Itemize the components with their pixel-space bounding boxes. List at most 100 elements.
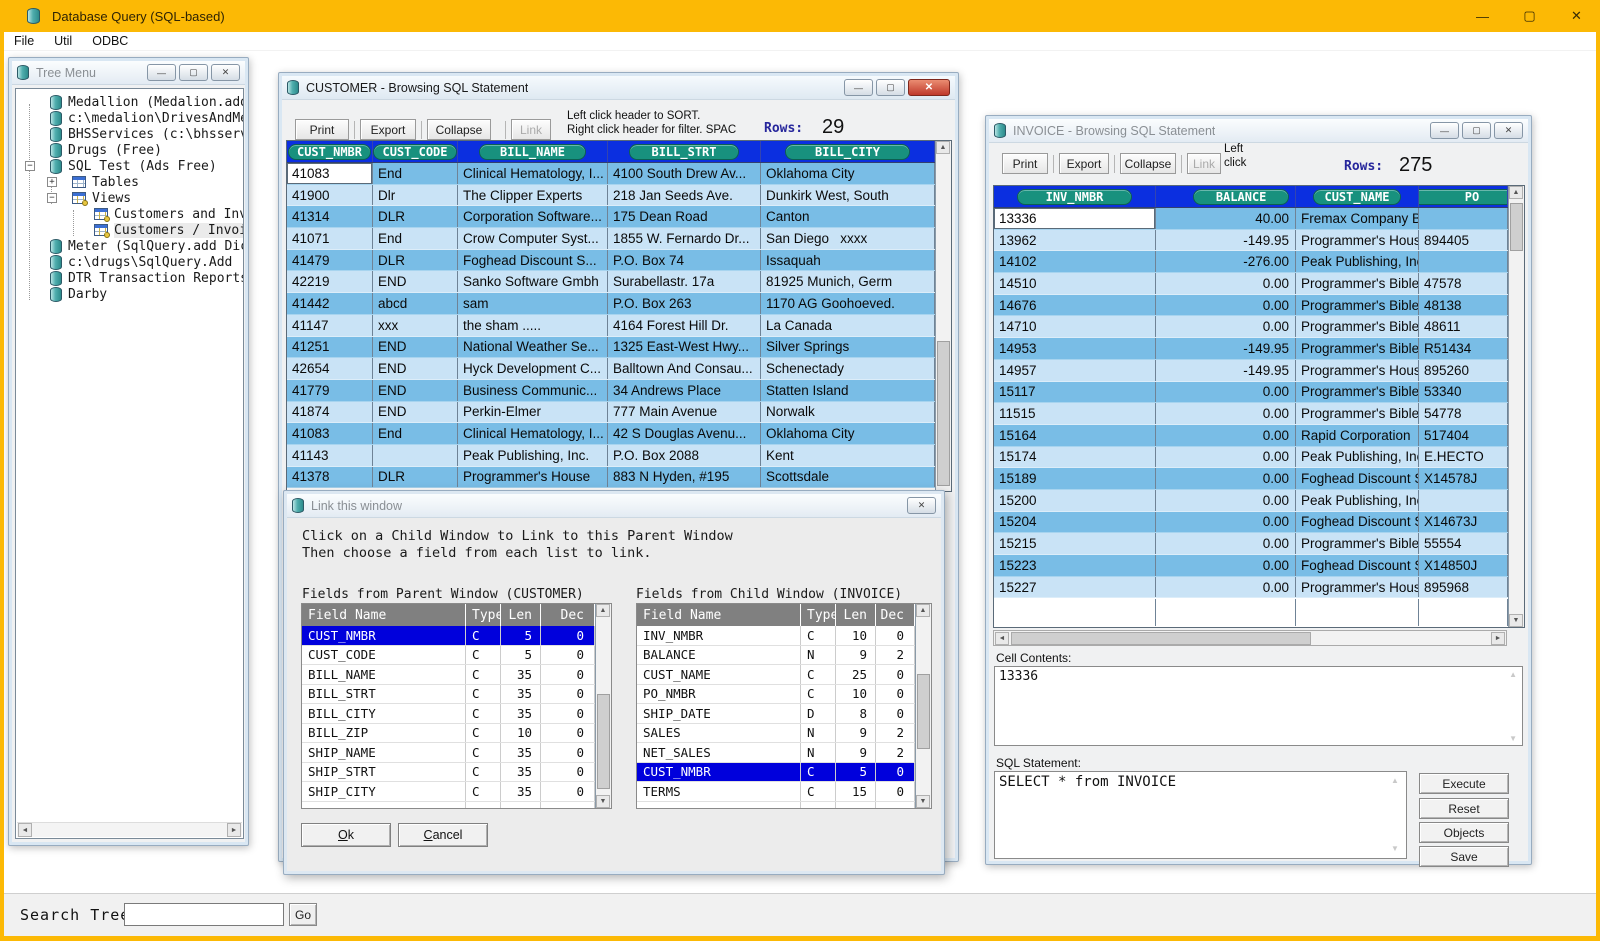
table-cell[interactable]: TERMS bbox=[637, 782, 801, 801]
table-cell[interactable]: 10 bbox=[836, 685, 876, 704]
table-cell[interactable]: C bbox=[801, 685, 836, 704]
window-titlebar[interactable]: INVOICE - Browsing SQL Statement — ▢ ✕ bbox=[989, 119, 1528, 143]
table-cell[interactable]: 0.00 bbox=[1156, 555, 1296, 576]
table-cell[interactable]: 0 bbox=[541, 763, 595, 782]
table-cell[interactable]: P.O. Box 2088 bbox=[608, 445, 761, 466]
table-row[interactable]: SALESN92 bbox=[637, 724, 915, 744]
table-cell[interactable]: 894405 bbox=[1419, 230, 1508, 251]
table-row[interactable]: INV_NMBRC100 bbox=[637, 626, 915, 646]
cancel-button[interactable]: Cancel bbox=[398, 823, 488, 847]
table-row[interactable]: 14957-149.95Programmer's House895260 bbox=[994, 360, 1508, 382]
table-cell[interactable]: C bbox=[466, 704, 501, 723]
table-row[interactable]: 152150.00Programmer's Bible55554 bbox=[994, 533, 1508, 555]
table-cell[interactable]: Sanko Software Gmbh bbox=[458, 271, 608, 292]
table-cell[interactable]: 5 bbox=[501, 646, 541, 665]
table-cell[interactable]: SHIP_DATE bbox=[637, 704, 801, 723]
table-cell[interactable]: 777 Main Avenue bbox=[608, 402, 761, 423]
table-cell[interactable]: 0 bbox=[876, 626, 915, 645]
table-cell[interactable]: Programmer's House bbox=[458, 467, 608, 488]
table-row[interactable]: PO_NMBRC100 bbox=[637, 685, 915, 705]
horizontal-scrollbar[interactable]: ◄ ► bbox=[993, 630, 1507, 646]
table-cell[interactable]: X14578J bbox=[1419, 468, 1508, 489]
table-cell[interactable]: End bbox=[373, 423, 458, 444]
table-cell[interactable]: 0 bbox=[876, 782, 915, 801]
table-cell[interactable]: 0.00 bbox=[1156, 316, 1296, 337]
go-button[interactable]: Go bbox=[289, 903, 317, 926]
table-cell[interactable]: Norwalk bbox=[761, 402, 935, 423]
table-cell[interactable]: 55554 bbox=[1419, 533, 1508, 554]
table-cell[interactable]: 41779 bbox=[287, 380, 373, 401]
table-cell[interactable]: 0 bbox=[541, 724, 595, 743]
table-row[interactable]: 146760.00Programmer's Bible48138 bbox=[994, 295, 1508, 317]
table-row[interactable]: SHIP_CITYC350 bbox=[302, 782, 595, 802]
table-cell[interactable]: 15189 bbox=[994, 468, 1156, 489]
horizontal-scrollbar[interactable]: ◄ ► bbox=[17, 822, 242, 837]
objects-button[interactable]: Objects bbox=[1419, 822, 1509, 843]
table-cell[interactable]: 53340 bbox=[1419, 382, 1508, 403]
table-cell[interactable]: X14850J bbox=[1419, 555, 1508, 576]
tree-item[interactable]: DTR Transaction Reports bbox=[16, 270, 243, 286]
table-cell[interactable]: Foghead Discount S... bbox=[1296, 468, 1419, 489]
table-cell[interactable]: 0 bbox=[876, 704, 915, 723]
table-cell[interactable]: -149.95 bbox=[1156, 230, 1296, 251]
table-row[interactable]: 41083EndClinical Hematology, I...42 S Do… bbox=[287, 423, 935, 445]
scroll-up-icon[interactable]: ▲ bbox=[1509, 186, 1523, 199]
table-cell[interactable]: Silver Springs bbox=[761, 337, 935, 358]
table-cell[interactable]: NET_SALES bbox=[637, 743, 801, 762]
table-row[interactable]: BALANCEN92 bbox=[637, 646, 915, 666]
table-row[interactable]: BILL_NAMEC350 bbox=[302, 665, 595, 685]
close-button[interactable]: ✕ bbox=[907, 497, 936, 514]
table-cell[interactable]: 41874 bbox=[287, 402, 373, 423]
table-cell[interactable]: 14710 bbox=[994, 316, 1156, 337]
table-cell[interactable]: Issaquah bbox=[761, 250, 935, 271]
table-cell[interactable]: Schenectady bbox=[761, 358, 935, 379]
table-row[interactable]: 1333640.00Fremax Company BV bbox=[994, 208, 1508, 230]
scrollbar-thumb[interactable] bbox=[1510, 203, 1523, 251]
table-cell[interactable]: 41143 bbox=[287, 445, 373, 466]
table-cell[interactable]: 1855 W. Fernardo Dr... bbox=[608, 228, 761, 249]
table-cell[interactable]: 4100 South Drew Av... bbox=[608, 163, 761, 184]
table-row[interactable]: 151890.00Foghead Discount S...X14578J bbox=[994, 468, 1508, 490]
table-cell[interactable]: sam bbox=[458, 293, 608, 314]
table-row[interactable]: 42654ENDHyck Development C...Balltown An… bbox=[287, 358, 935, 380]
vertical-scrollbar[interactable]: ▲ ▼ bbox=[915, 604, 931, 808]
maximize-button[interactable]: ▢ bbox=[179, 64, 208, 81]
table-cell[interactable]: 15215 bbox=[994, 533, 1156, 554]
tree-item[interactable]: Medallion (Medalion.add bbox=[16, 94, 243, 110]
table-cell[interactable]: 41071 bbox=[287, 228, 373, 249]
table-cell[interactable]: BILL_STRT bbox=[302, 685, 466, 704]
print-button[interactable]: Print bbox=[1002, 153, 1048, 174]
table-cell[interactable]: 0 bbox=[541, 665, 595, 684]
table-row[interactable]: 41442abcdsamP.O. Box 2631170 AG Goohoeve… bbox=[287, 293, 935, 315]
table-cell[interactable]: 895968 bbox=[1419, 577, 1508, 598]
table-cell[interactable]: -276.00 bbox=[1156, 251, 1296, 272]
table-cell[interactable]: Perkin-Elmer bbox=[458, 402, 608, 423]
table-cell[interactable]: 35 bbox=[501, 782, 541, 801]
execute-button[interactable]: Execute bbox=[1419, 773, 1509, 794]
table-cell[interactable]: 9 bbox=[836, 724, 876, 743]
table-cell[interactable]: DLR bbox=[373, 206, 458, 227]
table-cell[interactable]: Foghead Discount S... bbox=[458, 250, 608, 271]
table-cell[interactable]: 14676 bbox=[994, 295, 1156, 316]
table-cell[interactable]: C bbox=[466, 626, 501, 645]
scroll-up-icon[interactable]: ▲ bbox=[916, 604, 930, 617]
scrollbar-thumb[interactable] bbox=[34, 824, 159, 836]
table-cell[interactable] bbox=[373, 445, 458, 466]
table-cell[interactable]: Programmer's House bbox=[1296, 577, 1419, 598]
column-header[interactable]: CUST_NAME bbox=[1296, 186, 1419, 207]
table-cell[interactable]: 10 bbox=[501, 724, 541, 743]
table-cell[interactable]: 14953 bbox=[994, 338, 1156, 359]
table-row[interactable]: 41378DLRProgrammer's House883 N Hyden, #… bbox=[287, 467, 935, 489]
expand-toggle-icon[interactable]: + bbox=[47, 177, 57, 187]
table-cell[interactable]: 15227 bbox=[994, 577, 1156, 598]
collapse-toggle-icon[interactable]: − bbox=[25, 161, 35, 171]
table-row[interactable]: 151170.00Programmer's Bible53340 bbox=[994, 382, 1508, 404]
table-cell[interactable]: 0.00 bbox=[1156, 425, 1296, 446]
table-cell[interactable]: 42 S Douglas Avenu... bbox=[608, 423, 761, 444]
table-cell[interactable]: Surabellastr. 17a bbox=[608, 271, 761, 292]
tree-item-selected[interactable]: Customers / Invoic bbox=[16, 222, 243, 238]
tree-item[interactable]: c:\medalion\DrivesAndMe bbox=[16, 110, 243, 126]
search-input[interactable] bbox=[124, 903, 284, 926]
scrollbar-thumb[interactable] bbox=[917, 674, 930, 749]
table-cell[interactable]: Business Communic... bbox=[458, 380, 608, 401]
